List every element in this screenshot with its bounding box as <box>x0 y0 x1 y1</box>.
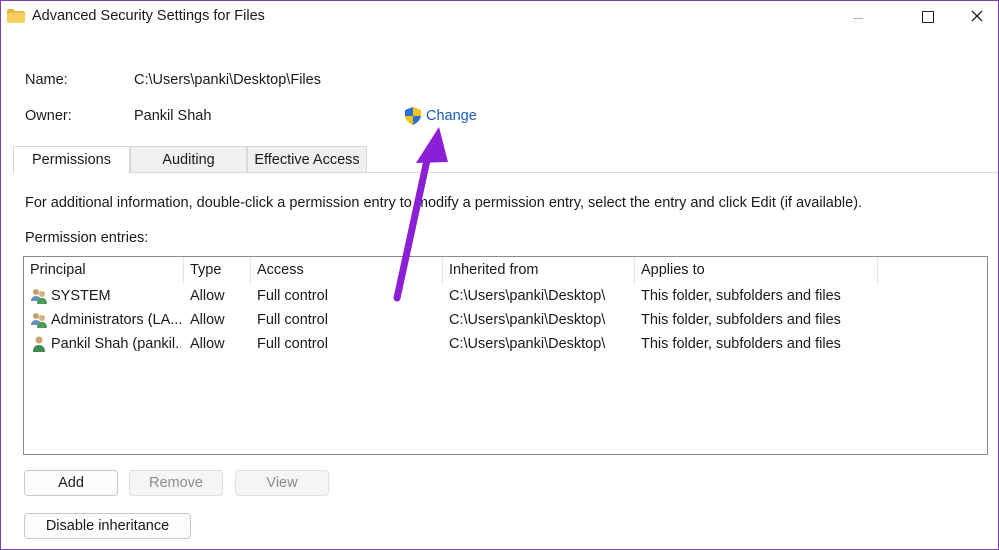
cell-principal: Administrators (LA... <box>51 312 181 328</box>
owner-value: Pankil Shah <box>134 108 212 124</box>
cell-type: Allow <box>190 312 225 328</box>
title-bar: Advanced Security Settings for Files <box>1 1 998 35</box>
change-link-label: Change <box>426 108 477 124</box>
tab-divider <box>13 172 998 173</box>
cell-access: Full control <box>257 312 328 328</box>
close-icon <box>971 10 983 22</box>
cell-inherited-from: C:\Users\panki\Desktop\ <box>449 336 606 352</box>
tab-auditing[interactable]: Auditing <box>130 146 247 172</box>
folder-icon <box>7 9 25 23</box>
column-header-type[interactable]: Type <box>184 257 251 283</box>
uac-shield-icon <box>405 107 421 125</box>
cell-applies-to: This folder, subfolders and files <box>641 288 841 304</box>
cell-principal: Pankil Shah (pankil... <box>51 336 181 352</box>
column-header-access[interactable]: Access <box>251 257 443 283</box>
cell-inherited-from: C:\Users\panki\Desktop\ <box>449 288 606 304</box>
view-button[interactable]: View <box>235 470 329 496</box>
list-header: Principal Type Access Inherited from App… <box>24 257 987 283</box>
tab-effective-access[interactable]: Effective Access <box>247 146 367 172</box>
group-users-icon <box>31 313 47 328</box>
group-users-icon <box>31 289 47 304</box>
add-button[interactable]: Add <box>24 470 118 496</box>
single-user-icon <box>33 336 45 352</box>
column-header-applies-to[interactable]: Applies to <box>635 257 878 283</box>
cell-inherited-from: C:\Users\panki\Desktop\ <box>449 312 606 328</box>
cell-applies-to: This folder, subfolders and files <box>641 336 841 352</box>
advanced-security-window: Advanced Security Settings for Files Nam… <box>0 0 999 550</box>
table-row[interactable]: SYSTEM Allow Full control C:\Users\panki… <box>24 284 987 308</box>
close-button[interactable] <box>954 1 998 35</box>
tab-permissions[interactable]: Permissions <box>13 146 130 174</box>
disable-inheritance-button[interactable]: Disable inheritance <box>24 513 191 539</box>
name-value: C:\Users\panki\Desktop\Files <box>134 72 321 88</box>
cell-type: Allow <box>190 336 225 352</box>
remove-button[interactable]: Remove <box>129 470 223 496</box>
name-label: Name: <box>25 72 68 88</box>
table-row[interactable]: Administrators (LA... Allow Full control… <box>24 308 987 332</box>
info-text: For additional information, double-click… <box>25 195 863 211</box>
permission-entries-label: Permission entries: <box>25 230 149 246</box>
maximize-button[interactable] <box>905 1 951 35</box>
window-title: Advanced Security Settings for Files <box>32 8 265 24</box>
cell-access: Full control <box>257 336 328 352</box>
owner-label: Owner: <box>25 108 72 124</box>
table-row[interactable]: Pankil Shah (pankil... Allow Full contro… <box>24 332 987 356</box>
cell-access: Full control <box>257 288 328 304</box>
minimize-button[interactable] <box>835 1 881 35</box>
column-header-inherited-from[interactable]: Inherited from <box>443 257 635 283</box>
cell-principal: SYSTEM <box>51 288 111 304</box>
cell-type: Allow <box>190 288 225 304</box>
permission-entries-list[interactable]: Principal Type Access Inherited from App… <box>23 256 988 455</box>
column-header-principal[interactable]: Principal <box>24 257 184 283</box>
cell-applies-to: This folder, subfolders and files <box>641 312 841 328</box>
